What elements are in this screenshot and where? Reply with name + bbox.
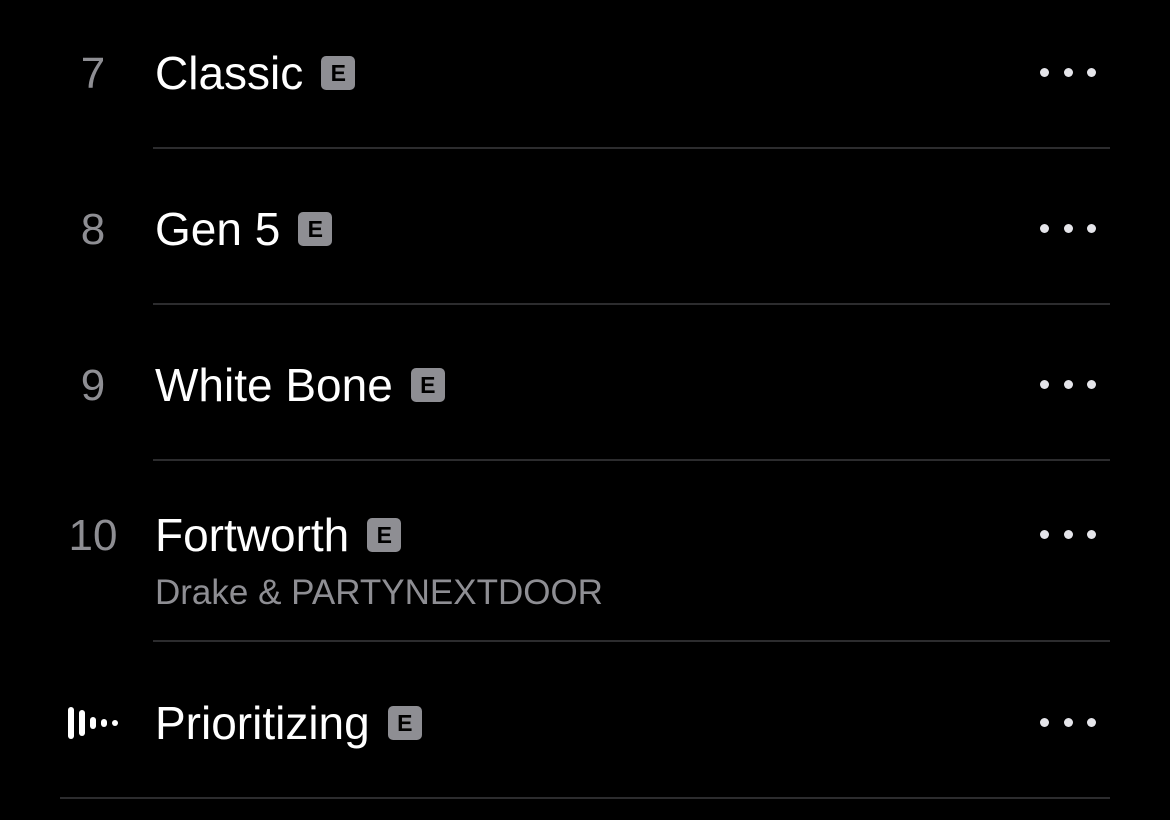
row-divider xyxy=(153,640,1110,642)
row-divider xyxy=(60,797,1110,799)
track-title-group: White Bone E xyxy=(155,362,445,408)
track-artist: Drake & PARTYNEXTDOOR xyxy=(155,573,603,612)
track-number: 9 xyxy=(80,361,106,410)
explicit-badge: E xyxy=(410,368,445,402)
row-divider xyxy=(153,303,1110,305)
track-title-group: Prioritizing E xyxy=(155,700,422,746)
more-options-icon[interactable] xyxy=(1040,222,1096,234)
more-options-icon[interactable] xyxy=(1040,378,1096,390)
explicit-badge: E xyxy=(387,706,422,740)
track-title: Classic xyxy=(155,47,304,99)
track-title-group: Fortworth E xyxy=(155,509,402,561)
track-title: Prioritizing xyxy=(155,697,370,749)
row-divider xyxy=(153,459,1110,461)
track-title-group: Classic E xyxy=(155,47,356,99)
explicit-badge: E xyxy=(298,212,333,246)
more-options-icon[interactable] xyxy=(1040,66,1096,78)
track-number: 8 xyxy=(80,205,106,254)
track-title: White Bone xyxy=(155,359,393,411)
explicit-badge: E xyxy=(321,56,356,90)
more-options-icon[interactable] xyxy=(1040,528,1096,540)
track-title-group: Gen 5 E xyxy=(155,203,333,255)
track-number: 10 xyxy=(68,511,118,560)
row-divider xyxy=(153,147,1110,149)
explicit-badge: E xyxy=(367,518,402,552)
more-options-icon[interactable] xyxy=(1040,716,1096,728)
track-title: Fortworth xyxy=(155,509,350,561)
now-playing-equalizer-icon xyxy=(68,707,118,739)
track-title: Gen 5 xyxy=(155,203,281,255)
track-number: 7 xyxy=(80,49,106,98)
